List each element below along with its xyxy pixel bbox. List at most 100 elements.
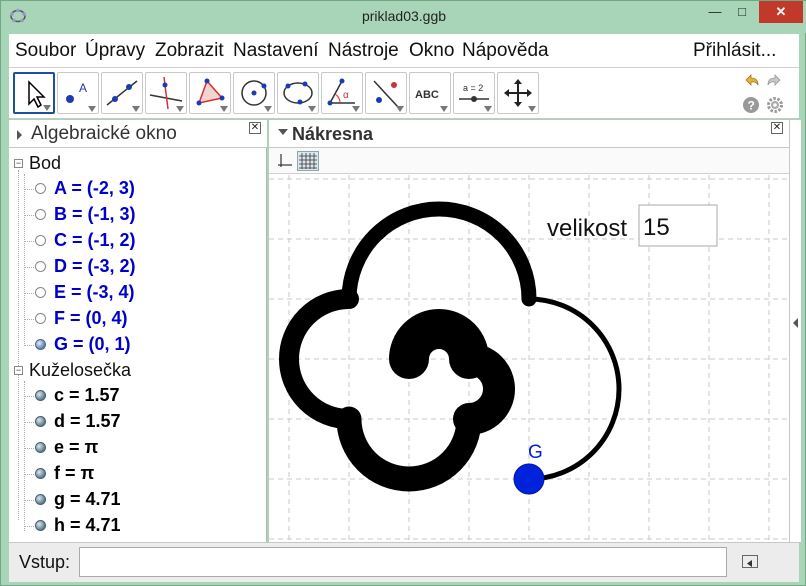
line-tool[interactable] (101, 72, 143, 114)
point-g[interactable] (513, 463, 545, 495)
svg-text:?: ? (748, 99, 755, 113)
chevron-down-icon (352, 106, 360, 112)
collapse-bod-icon[interactable]: − (14, 159, 23, 168)
visibility-toggle-icon[interactable] (35, 287, 46, 298)
perpendicular-line-tool[interactable] (145, 72, 187, 114)
menu-nastroje[interactable]: Nástroje (328, 40, 399, 62)
maximize-button[interactable]: □ (727, 1, 757, 23)
chevron-down-icon (308, 106, 316, 112)
point-tool-label: A (79, 81, 87, 95)
visibility-toggle-icon[interactable] (35, 339, 46, 350)
move-tool[interactable] (13, 72, 55, 114)
slider-tool[interactable]: a = 2 (453, 72, 495, 114)
graphics-view: Nákresna ✕ G velikost 15 (269, 120, 789, 542)
menu-nastaveni[interactable]: Nastavení (233, 40, 319, 62)
grid-toggle-icon[interactable] (297, 151, 319, 171)
point-f-item[interactable]: F = (0, 4) (54, 308, 128, 329)
expand-arrow-icon[interactable] (793, 318, 798, 328)
menu-zobrazit[interactable]: Zobrazit (155, 40, 224, 62)
velikost-label: velikost (547, 215, 627, 242)
text-tool-label: ABC (415, 89, 439, 101)
visibility-toggle-icon[interactable] (35, 442, 46, 453)
axes-toggle-icon[interactable] (276, 152, 294, 170)
app-window: priklad03.ggb — □ ✕ Soubor Úpravy Zobraz… (0, 0, 806, 586)
point-e-item[interactable]: E = (-3, 4) (54, 282, 135, 303)
algebra-tree: − Bod A = (-2, 3) B = (-1, 3) C = (-1, 2… (9, 150, 267, 542)
point-g-item[interactable]: G = (0, 1) (54, 334, 131, 355)
close-algebra-view-icon[interactable]: ✕ (249, 122, 261, 134)
point-a-item[interactable]: A = (-2, 3) (54, 178, 135, 199)
visibility-toggle-icon[interactable] (35, 390, 46, 401)
conic-d-item[interactable]: d = 1.57 (54, 411, 121, 432)
visibility-toggle-icon[interactable] (35, 183, 46, 194)
point-g-label: G (528, 442, 543, 463)
conic-e-item[interactable]: e = π (54, 437, 98, 458)
conic-c-item[interactable]: c = 1.57 (54, 385, 120, 406)
menu-soubor[interactable]: Soubor (15, 40, 76, 62)
menu-napoveda[interactable]: Nápověda (462, 40, 549, 62)
redo-icon[interactable] (765, 72, 785, 92)
visibility-toggle-icon[interactable] (35, 235, 46, 246)
menu-upravy[interactable]: Úpravy (85, 40, 145, 62)
reflect-tool[interactable] (365, 72, 407, 114)
chevron-down-icon (440, 106, 448, 112)
menu-okno[interactable]: Okno (409, 40, 454, 62)
input-label: Vstup: (19, 552, 71, 572)
velikost-input-value[interactable]: 15 (643, 214, 670, 241)
conic-h-item[interactable]: h = 4.71 (54, 515, 121, 536)
visibility-toggle-icon[interactable] (35, 416, 46, 427)
close-graphics-view-icon[interactable]: ✕ (771, 122, 783, 134)
login-link[interactable]: Přihlásit... (693, 40, 776, 62)
point-c-item[interactable]: C = (-1, 2) (54, 230, 136, 251)
undo-icon[interactable] (741, 72, 761, 92)
toolbar: A α ABC a = 2 ? (9, 68, 799, 119)
chevron-down-icon (43, 105, 51, 111)
collapse-arrow-icon[interactable] (278, 129, 288, 135)
visibility-toggle-icon[interactable] (35, 261, 46, 272)
collapse-arrow-icon[interactable] (17, 130, 22, 140)
window-title: priklad03.ggb (361, 8, 447, 24)
slider-tool-label: a = 2 (463, 83, 483, 93)
chevron-down-icon (264, 106, 272, 112)
circle-center-point-tool[interactable] (233, 72, 275, 114)
conic-five-points-tool[interactable] (277, 72, 319, 114)
chevron-down-icon (484, 106, 492, 112)
graphics-view-title: Nákresna (292, 124, 374, 144)
gear-icon[interactable] (765, 95, 785, 115)
input-help-icon[interactable] (742, 555, 758, 568)
conic-g-item[interactable]: g = 4.71 (54, 489, 121, 510)
visibility-toggle-icon[interactable] (35, 520, 46, 531)
visibility-toggle-icon[interactable] (35, 494, 46, 505)
move-graphics-tool[interactable] (497, 72, 539, 114)
chevron-down-icon (396, 106, 404, 112)
help-icon[interactable]: ? (741, 95, 761, 115)
visibility-toggle-icon[interactable] (35, 313, 46, 324)
input-bar: Vstup: (9, 542, 799, 582)
arc-e[interactable] (341, 201, 537, 307)
algebra-view-header: Algebraické okno ✕ (9, 120, 267, 148)
point-b-item[interactable]: B = (-1, 3) (54, 204, 136, 225)
text-tool[interactable]: ABC (409, 72, 451, 114)
collapse-kuzelosecka-icon[interactable]: − (14, 366, 23, 375)
group-title-bod[interactable]: Bod (29, 153, 61, 174)
chevron-down-icon (176, 106, 184, 112)
graphics-style-bar (269, 148, 789, 174)
title-bar: priklad03.ggb — □ ✕ (1, 1, 806, 33)
angle-tool-label: α (343, 90, 349, 101)
close-button[interactable]: ✕ (759, 1, 803, 23)
spiral-curve[interactable] (279, 201, 622, 492)
graphics-canvas[interactable]: G velikost 15 (269, 175, 789, 542)
polygon-tool[interactable] (189, 72, 231, 114)
conic-f-item[interactable]: f = π (54, 463, 94, 484)
point-d-item[interactable]: D = (-3, 2) (54, 256, 136, 277)
angle-tool[interactable]: α (321, 72, 363, 114)
right-side-panel-toggle[interactable] (789, 120, 801, 542)
chevron-down-icon (132, 106, 140, 112)
group-title-kuzelosecka[interactable]: Kuželosečka (29, 360, 131, 381)
point-tool[interactable]: A (57, 72, 99, 114)
minimize-button[interactable]: — (700, 1, 730, 23)
visibility-toggle-icon[interactable] (35, 209, 46, 220)
input-field[interactable] (79, 547, 727, 577)
arc-g[interactable] (389, 309, 489, 379)
visibility-toggle-icon[interactable] (35, 468, 46, 479)
